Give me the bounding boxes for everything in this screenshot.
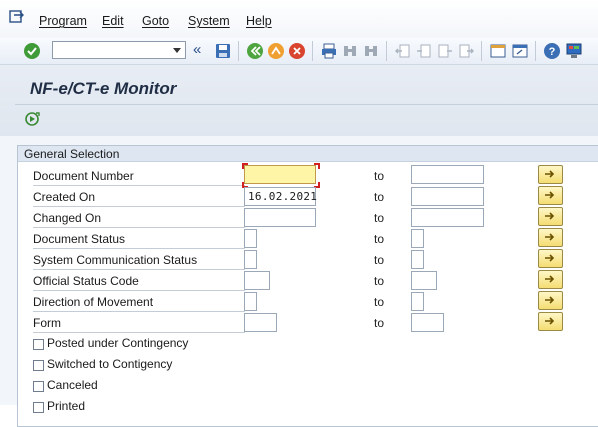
direction-of-movement-label: Direction of Movement xyxy=(33,294,245,312)
group-title: General Selection xyxy=(18,146,598,162)
enter-icon[interactable] xyxy=(23,42,41,60)
arrow-right-icon xyxy=(545,296,555,304)
multiple-selection-button[interactable] xyxy=(538,165,563,184)
menu-bar: Program Edit Goto System Help xyxy=(0,0,598,38)
printed-label: Printed xyxy=(47,399,86,413)
command-field[interactable] xyxy=(52,41,186,59)
multiple-selection-button[interactable] xyxy=(538,312,563,331)
document-number-label: Document Number xyxy=(33,168,245,186)
document-status-to-input[interactable] xyxy=(411,229,424,248)
official-status-code-from-input[interactable] xyxy=(244,271,270,290)
menu-help[interactable]: Help xyxy=(246,14,272,28)
to-label: to xyxy=(374,211,385,225)
to-label: to xyxy=(374,274,385,288)
created-on-to-input[interactable] xyxy=(411,187,484,206)
menu-program[interactable]: Program xyxy=(39,14,87,28)
arrow-right-icon xyxy=(545,212,555,220)
document-status-from-input[interactable] xyxy=(244,229,257,248)
arrow-right-icon xyxy=(545,254,555,262)
focus-corner xyxy=(314,163,320,169)
command-dropdown-icon[interactable] xyxy=(173,48,181,53)
title-divider xyxy=(15,104,598,105)
to-label: to xyxy=(374,169,385,183)
arrow-right-icon xyxy=(545,170,555,178)
toolbar-separator xyxy=(535,41,536,61)
to-label: to xyxy=(374,316,385,330)
standard-toolbar: « ? xyxy=(0,38,598,64)
first-page-icon[interactable] xyxy=(394,42,412,60)
find-icon[interactable] xyxy=(341,42,359,60)
changed-on-from-input[interactable] xyxy=(244,208,316,227)
multiple-selection-button[interactable] xyxy=(538,270,563,289)
system-communication-status-from-input[interactable] xyxy=(244,250,257,269)
customize-layout-icon[interactable] xyxy=(565,42,583,60)
printed-checkbox[interactable] xyxy=(33,402,44,413)
cancel-icon[interactable] xyxy=(288,42,306,60)
next-page-icon[interactable] xyxy=(436,42,454,60)
create-session-icon[interactable] xyxy=(489,42,507,60)
back-icon[interactable] xyxy=(246,42,264,60)
direction-of-movement-to-input[interactable] xyxy=(411,292,424,311)
arrow-right-icon xyxy=(545,317,555,325)
sap-menu-icon[interactable] xyxy=(9,9,25,25)
multiple-selection-button[interactable] xyxy=(538,291,563,310)
exit-icon[interactable] xyxy=(267,42,285,60)
save-icon[interactable] xyxy=(214,42,232,60)
previous-page-icon[interactable] xyxy=(415,42,433,60)
page-title: NF-e/CT-e Monitor xyxy=(30,79,177,98)
direction-of-movement-from-input[interactable] xyxy=(244,292,257,311)
switched-to-contigency-checkbox[interactable] xyxy=(33,360,44,371)
toolbar-separator xyxy=(386,41,387,61)
help-icon[interactable]: ? xyxy=(543,42,561,60)
multiple-selection-button[interactable] xyxy=(538,186,563,205)
changed-on-label: Changed On xyxy=(33,210,245,228)
last-page-icon[interactable] xyxy=(457,42,475,60)
focus-corner xyxy=(242,163,248,169)
system-communication-status-to-input[interactable] xyxy=(411,250,424,269)
to-label: to xyxy=(374,190,385,204)
arrow-right-icon xyxy=(545,233,555,241)
form-from-input[interactable] xyxy=(244,313,277,332)
selection-screen: General Selection Document Number to Cre… xyxy=(0,136,598,427)
canceled-checkbox[interactable] xyxy=(33,381,44,392)
collapse-icon[interactable]: « xyxy=(193,41,201,58)
to-label: to xyxy=(374,295,385,309)
official-status-code-label: Official Status Code xyxy=(33,273,245,291)
multiple-selection-button[interactable] xyxy=(538,207,563,226)
arrow-right-icon xyxy=(545,191,555,199)
document-number-from-input[interactable] xyxy=(244,165,316,184)
document-number-to-input[interactable] xyxy=(411,165,484,184)
document-status-label: Document Status xyxy=(33,231,245,249)
system-communication-status-label: System Communication Status xyxy=(33,252,245,270)
posted-under-contingency-label: Posted under Contingency xyxy=(47,336,189,350)
menu-goto[interactable]: Goto xyxy=(142,14,169,28)
posted-under-contingency-checkbox[interactable] xyxy=(33,339,44,350)
created-on-label: Created On xyxy=(33,189,245,207)
form-label: Form xyxy=(33,315,245,333)
multiple-selection-button[interactable] xyxy=(538,228,563,247)
to-label: to xyxy=(374,232,385,246)
general-selection-group: General Selection Document Number to Cre… xyxy=(17,145,598,427)
toolbar-separator xyxy=(238,41,239,61)
find-next-icon[interactable] xyxy=(362,42,380,60)
menu-system[interactable]: System xyxy=(188,14,230,28)
title-area: NF-e/CT-e Monitor xyxy=(0,64,598,137)
to-label: to xyxy=(374,253,385,267)
print-icon[interactable] xyxy=(320,42,338,60)
svg-text:?: ? xyxy=(549,46,556,58)
multiple-selection-button[interactable] xyxy=(538,249,563,268)
switched-to-contigency-label: Switched to Contigency xyxy=(47,357,173,371)
form-to-input[interactable] xyxy=(411,313,444,332)
menu-edit[interactable]: Edit xyxy=(102,14,124,28)
shortcut-icon[interactable] xyxy=(511,42,529,60)
toolbar-separator xyxy=(481,41,482,61)
changed-on-to-input[interactable] xyxy=(411,208,484,227)
created-on-from-input[interactable]: 16.02.2021 xyxy=(244,187,317,206)
official-status-code-to-input[interactable] xyxy=(411,271,437,290)
canceled-label: Canceled xyxy=(47,378,98,392)
arrow-right-icon xyxy=(545,275,555,283)
toolbar-separator xyxy=(312,41,313,61)
execute-icon[interactable] xyxy=(24,111,41,128)
